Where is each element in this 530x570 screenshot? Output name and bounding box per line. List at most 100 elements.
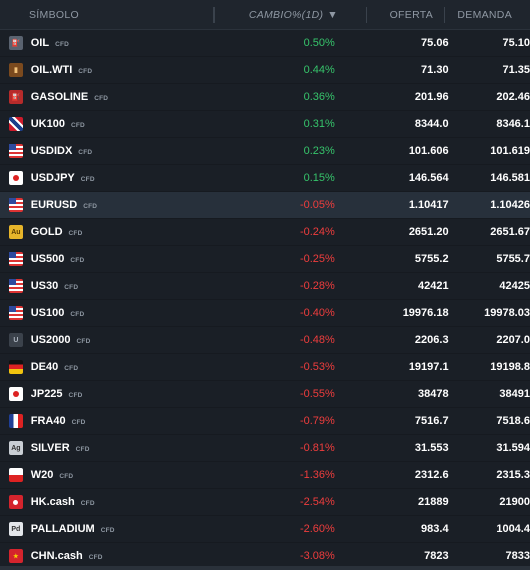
gasoline-icon: ⛽ xyxy=(9,90,23,104)
symbol-cell: US500 CFD xyxy=(31,253,210,265)
scrollbar-track[interactable] xyxy=(0,566,530,570)
bid-price[interactable]: 146.564 xyxy=(335,172,449,184)
symbol-name: W20 xyxy=(30,469,54,481)
ask-price[interactable]: 146.581 xyxy=(449,172,530,184)
instrument-type-tag: CFD xyxy=(75,446,90,453)
instrument-type-tag: CFD xyxy=(68,230,83,237)
table-row[interactable]: FRA40 CFD -0.79% 7516.7 7518.6 xyxy=(0,408,530,435)
bid-price[interactable]: 75.06 xyxy=(335,37,449,49)
eu-us-flag-icon xyxy=(9,198,23,212)
table-row[interactable]: Ag SILVER CFD -0.81% 31.553 31.594 xyxy=(0,435,530,462)
symbol-cell: FRA40 CFD xyxy=(31,415,210,427)
bid-price[interactable]: 201.96 xyxy=(335,91,449,103)
instrument-type-tag: CFD xyxy=(70,122,85,129)
bid-price[interactable]: 2312.6 xyxy=(335,469,449,481)
bid-price[interactable]: 19976.18 xyxy=(335,307,449,319)
bid-price[interactable]: 2206.3 xyxy=(335,334,449,346)
ask-price[interactable]: 7518.6 xyxy=(449,415,530,427)
ask-price[interactable]: 5755.7 xyxy=(449,253,530,265)
bid-price[interactable]: 5755.2 xyxy=(335,253,449,265)
table-body: ⛽ OIL CFD 0.50% 75.06 75.10 ▮ OIL.WTI CFD 0.44% 71… xyxy=(0,30,530,570)
bid-price[interactable]: 1.10417 xyxy=(335,199,449,211)
column-header-ask[interactable]: DEMANDA xyxy=(445,9,530,21)
change-percent: -0.79% xyxy=(299,415,335,427)
table-row[interactable]: ⛽ OIL CFD 0.50% 75.06 75.10 xyxy=(0,30,530,57)
table-row[interactable]: UK100 CFD 0.31% 8344.0 8346.1 xyxy=(0,111,530,138)
symbol-cell: W20 CFD xyxy=(31,469,210,481)
u-icon: U xyxy=(9,333,23,347)
table-row[interactable]: USDIDX CFD 0.23% 101.606 101.619 xyxy=(0,138,530,165)
ask-price[interactable]: 38491 xyxy=(449,388,530,400)
ask-price[interactable]: 71.35 xyxy=(449,64,530,76)
symbol-name: GASOLINE xyxy=(30,91,89,103)
bid-price[interactable]: 8344.0 xyxy=(335,118,449,130)
bid-price[interactable]: 7823 xyxy=(335,550,448,562)
ask-price[interactable]: 75.10 xyxy=(449,37,530,49)
change-percent: -0.53% xyxy=(299,361,335,373)
ask-price[interactable]: 31.594 xyxy=(449,442,530,454)
table-row[interactable]: US100 CFD -0.40% 19976.18 19978.03 xyxy=(0,300,530,327)
ask-price[interactable]: 1004.4 xyxy=(449,523,530,535)
ask-price[interactable]: 101.619 xyxy=(449,145,530,157)
change-percent: -3.08% xyxy=(299,550,335,562)
symbol-name: HK.cash xyxy=(30,496,75,508)
ask-price[interactable]: 19198.8 xyxy=(449,361,530,373)
ask-price[interactable]: 19978.03 xyxy=(449,307,530,319)
symbol-cell: HK.cash CFD xyxy=(31,496,210,508)
symbol-cell: US100 CFD xyxy=(31,307,210,319)
ask-price[interactable]: 21900 xyxy=(449,496,530,508)
symbol-cell: US2000 CFD xyxy=(31,334,210,346)
table-row[interactable]: EURUSD CFD -0.05% 1.10417 1.10426 xyxy=(0,192,530,219)
ask-price[interactable]: 2315.3 xyxy=(449,469,530,481)
symbol-name: OIL.WTI xyxy=(30,64,73,76)
change-percent: -2.54% xyxy=(299,496,335,508)
column-header-bid[interactable]: OFERTA xyxy=(367,9,444,21)
ask-price[interactable]: 42425 xyxy=(449,280,530,292)
change-percent: 0.44% xyxy=(303,64,335,76)
bid-price[interactable]: 7516.7 xyxy=(335,415,449,427)
table-row[interactable]: U US2000 CFD -0.48% 2206.3 2207.0 xyxy=(0,327,530,354)
bid-price[interactable]: 983.4 xyxy=(335,523,449,535)
market-watch-table: SÍMBOLO CAMBIO%(1D) ▼ OFERTA DEMANDA ⛽ OIL… xyxy=(0,0,530,570)
column-header-symbol[interactable]: SÍMBOLO xyxy=(0,9,213,21)
column-header-change[interactable]: CAMBIO%(1D) ▼ xyxy=(215,9,366,21)
bid-price[interactable]: 101.606 xyxy=(335,145,449,157)
us-flag-icon xyxy=(9,252,23,266)
table-row[interactable]: US30 CFD -0.28% 42421 42425 xyxy=(0,273,530,300)
symbol-cell: GASOLINE CFD xyxy=(31,91,210,103)
bid-price[interactable]: 19197.1 xyxy=(335,361,449,373)
bid-price[interactable]: 71.30 xyxy=(335,64,449,76)
ask-price[interactable]: 8346.1 xyxy=(449,118,530,130)
change-percent: -2.60% xyxy=(299,523,335,535)
ask-price[interactable]: 1.10426 xyxy=(449,199,530,211)
symbol-cell: US30 CFD xyxy=(31,280,210,292)
uk-flag-icon xyxy=(9,117,23,131)
table-row[interactable]: W20 CFD -1.36% 2312.6 2315.3 xyxy=(0,462,530,489)
table-row[interactable]: HK.cash CFD -2.54% 21889 21900 xyxy=(0,489,530,516)
table-row[interactable]: Au GOLD CFD -0.24% 2651.20 2651.67 xyxy=(0,219,530,246)
table-row[interactable]: JP225 CFD -0.55% 38478 38491 xyxy=(0,381,530,408)
table-row[interactable]: US500 CFD -0.25% 5755.2 5755.7 xyxy=(0,246,530,273)
change-percent: 0.15% xyxy=(303,172,335,184)
table-row[interactable]: ⛽ GASOLINE CFD 0.36% 201.96 202.46 xyxy=(0,84,530,111)
instrument-type-tag: CFD xyxy=(80,176,95,183)
bid-price[interactable]: 42421 xyxy=(335,280,449,292)
table-row[interactable]: Pd PALLADIUM CFD -2.60% 983.4 1004.4 xyxy=(0,516,530,543)
ask-price[interactable]: 7833 xyxy=(449,550,530,562)
ask-price[interactable]: 2651.67 xyxy=(449,226,530,238)
table-row[interactable]: DE40 CFD -0.53% 19197.1 19198.8 xyxy=(0,354,530,381)
ask-price[interactable]: 2207.0 xyxy=(449,334,530,346)
ask-price[interactable]: 202.46 xyxy=(449,91,530,103)
instrument-type-tag: CFD xyxy=(70,311,85,318)
bid-price[interactable]: 21889 xyxy=(335,496,449,508)
oil-icon: ⛽ xyxy=(9,36,23,50)
table-row[interactable]: ▮ OIL.WTI CFD 0.44% 71.30 71.35 xyxy=(0,57,530,84)
change-percent: -0.28% xyxy=(299,280,335,292)
bid-price[interactable]: 31.553 xyxy=(335,442,449,454)
instrument-type-tag: CFD xyxy=(71,419,86,426)
table-row[interactable]: USDJPY CFD 0.15% 146.564 146.581 xyxy=(0,165,530,192)
change-percent: -0.24% xyxy=(299,226,335,238)
bid-price[interactable]: 38478 xyxy=(335,388,449,400)
bid-price[interactable]: 2651.20 xyxy=(335,226,449,238)
hk-flag-icon xyxy=(9,495,23,509)
